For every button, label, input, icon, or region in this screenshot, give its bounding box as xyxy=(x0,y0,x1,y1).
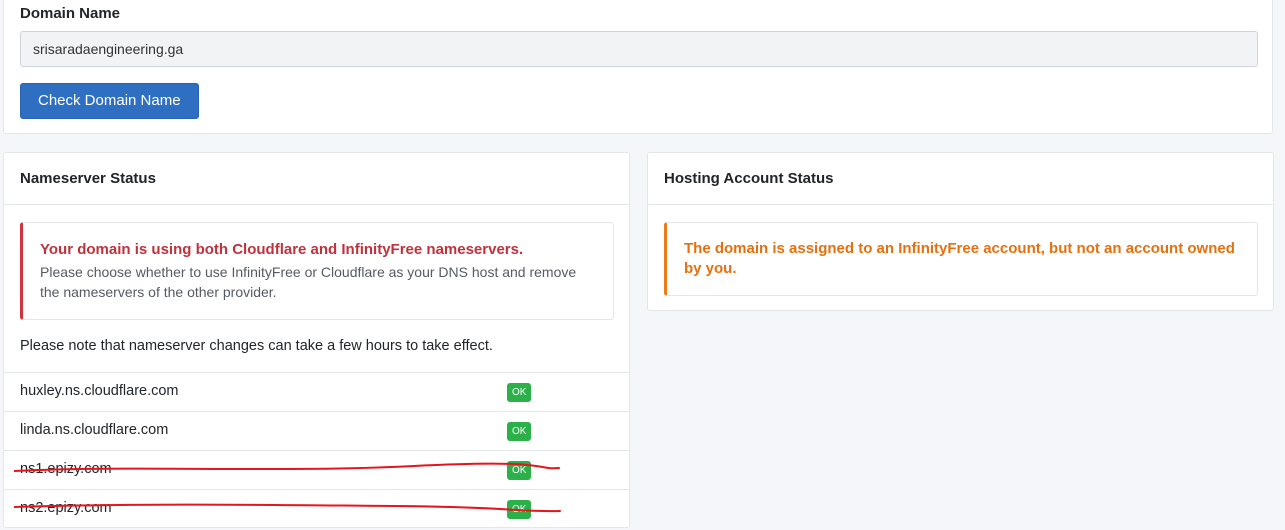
domain-name-label: Domain Name xyxy=(20,5,121,22)
nameserver-row: huxley.ns.cloudflare.com OK xyxy=(4,372,629,411)
nameserver-status-card: Nameserver Status Your domain is using b… xyxy=(3,152,630,528)
nameserver-alert: Your domain is using both Cloudflare and… xyxy=(20,222,614,320)
nameserver-name: ns1.epizy.com xyxy=(20,461,112,477)
nameserver-row: linda.ns.cloudflare.com OK xyxy=(4,411,629,450)
nameserver-list: huxley.ns.cloudflare.com OK linda.ns.clo… xyxy=(4,372,629,528)
status-badge: OK xyxy=(507,461,532,480)
nameserver-alert-title: Your domain is using both Cloudflare and… xyxy=(40,241,524,258)
nameserver-alert-body: Please choose whether to use InfinityFre… xyxy=(40,264,577,300)
nameserver-note: Please note that nameserver changes can … xyxy=(20,338,493,354)
nameserver-status-title: Nameserver Status xyxy=(4,153,629,205)
hosting-alert: The domain is assigned to an InfinityFre… xyxy=(664,222,1258,296)
nameserver-name: ns2.epizy.com xyxy=(20,500,112,516)
status-badge: OK xyxy=(507,500,532,519)
hosting-account-status-title: Hosting Account Status xyxy=(648,153,1273,205)
hosting-account-status-card: Hosting Account Status The domain is ass… xyxy=(647,152,1274,311)
status-badge: OK xyxy=(507,383,532,402)
status-badge: OK xyxy=(507,422,532,441)
nameserver-name: huxley.ns.cloudflare.com xyxy=(20,383,179,399)
nameserver-row: ns1.epizy.com OK xyxy=(4,450,629,489)
hosting-alert-title: The domain is assigned to an InfinityFre… xyxy=(684,240,1235,277)
nameserver-name: linda.ns.cloudflare.com xyxy=(20,422,169,438)
check-domain-button[interactable]: Check Domain Name xyxy=(20,83,199,119)
nameserver-row: ns2.epizy.com OK xyxy=(4,489,629,528)
domain-check-card: Domain Name Check Domain Name xyxy=(3,0,1273,134)
domain-name-input[interactable] xyxy=(20,31,1258,67)
